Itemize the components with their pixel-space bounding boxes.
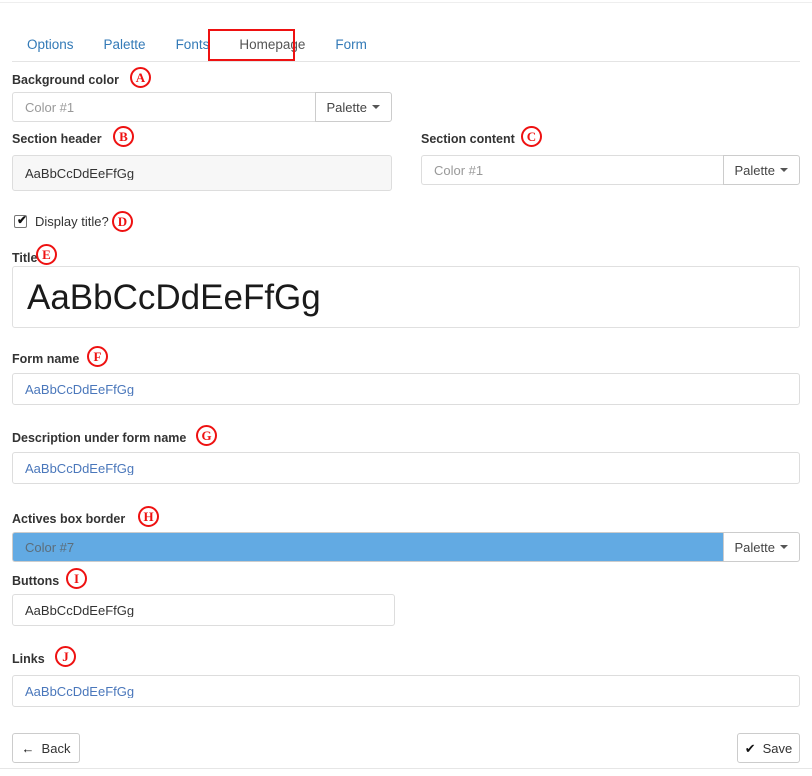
actives-box-border-input[interactable]: Color #7 — [12, 532, 723, 562]
back-button[interactable]: ← Back — [12, 733, 80, 763]
checkmark-icon: ✔ — [744, 740, 756, 756]
display-title-label: Display title? — [35, 214, 109, 229]
actives-box-border-value: Color #7 — [25, 539, 75, 555]
actives-box-border-palette-button[interactable]: Palette — [722, 532, 800, 562]
links-input[interactable]: AaBbCcDdEeFfGg — [12, 675, 800, 707]
top-divider — [0, 2, 812, 3]
label-buttons: Buttons — [12, 574, 60, 588]
label-actives-box-border: Actives box border — [12, 512, 126, 526]
section-content-input[interactable]: Color #1 — [421, 155, 723, 185]
chevron-down-icon — [780, 168, 788, 172]
annotation-marker-a: A — [130, 67, 151, 88]
section-content-palette-button[interactable]: Palette — [722, 155, 800, 185]
background-color-palette-button[interactable]: Palette — [314, 92, 392, 122]
buttons-value: AaBbCcDdEeFfGg — [25, 603, 135, 617]
annotation-marker-f: F — [87, 346, 108, 367]
annotation-marker-g: G — [196, 425, 217, 446]
annotation-marker-i: I — [66, 568, 87, 589]
label-section-header: Section header — [12, 132, 102, 146]
label-links: Links — [12, 652, 45, 666]
tab-bar: Options Palette Fonts Homepage Form — [12, 28, 382, 61]
section-header-value: AaBbCcDdEeFfGg — [25, 166, 135, 180]
background-color-input-group: Color #1 Palette — [12, 92, 392, 122]
section-content-value: Color #1 — [434, 162, 484, 178]
background-color-input[interactable]: Color #1 — [12, 92, 315, 122]
palette-button-label: Palette — [734, 539, 775, 555]
save-button-label: Save — [762, 740, 793, 756]
tab-options[interactable]: Options — [12, 28, 89, 61]
section-header-input[interactable]: AaBbCcDdEeFfGg — [12, 155, 392, 191]
display-title-checkbox[interactable]: ✔ — [14, 213, 28, 228]
links-value: AaBbCcDdEeFfGg — [25, 684, 135, 698]
title-input[interactable]: AaBbCcDdEeFfGg — [12, 266, 800, 328]
label-title: Title — [12, 251, 38, 265]
tab-fonts[interactable]: Fonts — [161, 28, 225, 61]
annotation-marker-d: D — [112, 211, 133, 232]
annotation-marker-e: E — [36, 244, 57, 265]
palette-button-label: Palette — [734, 162, 775, 178]
description-input[interactable]: AaBbCcDdEeFfGg — [12, 452, 800, 484]
form-name-input[interactable]: AaBbCcDdEeFfGg — [12, 373, 800, 405]
section-content-input-group: Color #1 Palette — [421, 155, 800, 185]
form-name-value: AaBbCcDdEeFfGg — [25, 382, 135, 396]
annotation-marker-j: J — [55, 646, 76, 667]
footer-divider — [0, 768, 812, 769]
display-title-row[interactable]: ✔ Display title? — [14, 213, 109, 229]
back-button-label: Back — [41, 740, 71, 756]
background-color-value: Color #1 — [25, 99, 75, 115]
checkmark-icon: ✔ — [17, 213, 28, 227]
description-value: AaBbCcDdEeFfGg — [25, 461, 135, 475]
annotation-marker-b: B — [113, 126, 134, 147]
buttons-input[interactable]: AaBbCcDdEeFfGg — [12, 594, 395, 626]
annotation-marker-c: C — [521, 126, 542, 147]
annotation-marker-h: H — [138, 506, 159, 527]
tab-homepage[interactable]: Homepage — [224, 28, 320, 61]
actives-box-border-input-group: Color #7 Palette — [12, 532, 800, 562]
title-value: AaBbCcDdEeFfGg — [27, 277, 321, 317]
tab-palette[interactable]: Palette — [89, 28, 161, 61]
palette-button-label: Palette — [326, 99, 367, 115]
label-description: Description under form name — [12, 431, 187, 445]
tab-bar-divider — [12, 61, 800, 62]
chevron-down-icon — [372, 105, 380, 109]
label-form-name: Form name — [12, 352, 80, 366]
label-background-color: Background color — [12, 73, 119, 87]
save-button[interactable]: ✔ Save — [737, 733, 800, 763]
tab-form[interactable]: Form — [320, 28, 382, 61]
label-section-content: Section content — [421, 132, 515, 146]
arrow-left-icon: ← — [21, 740, 35, 756]
chevron-down-icon — [780, 545, 788, 549]
